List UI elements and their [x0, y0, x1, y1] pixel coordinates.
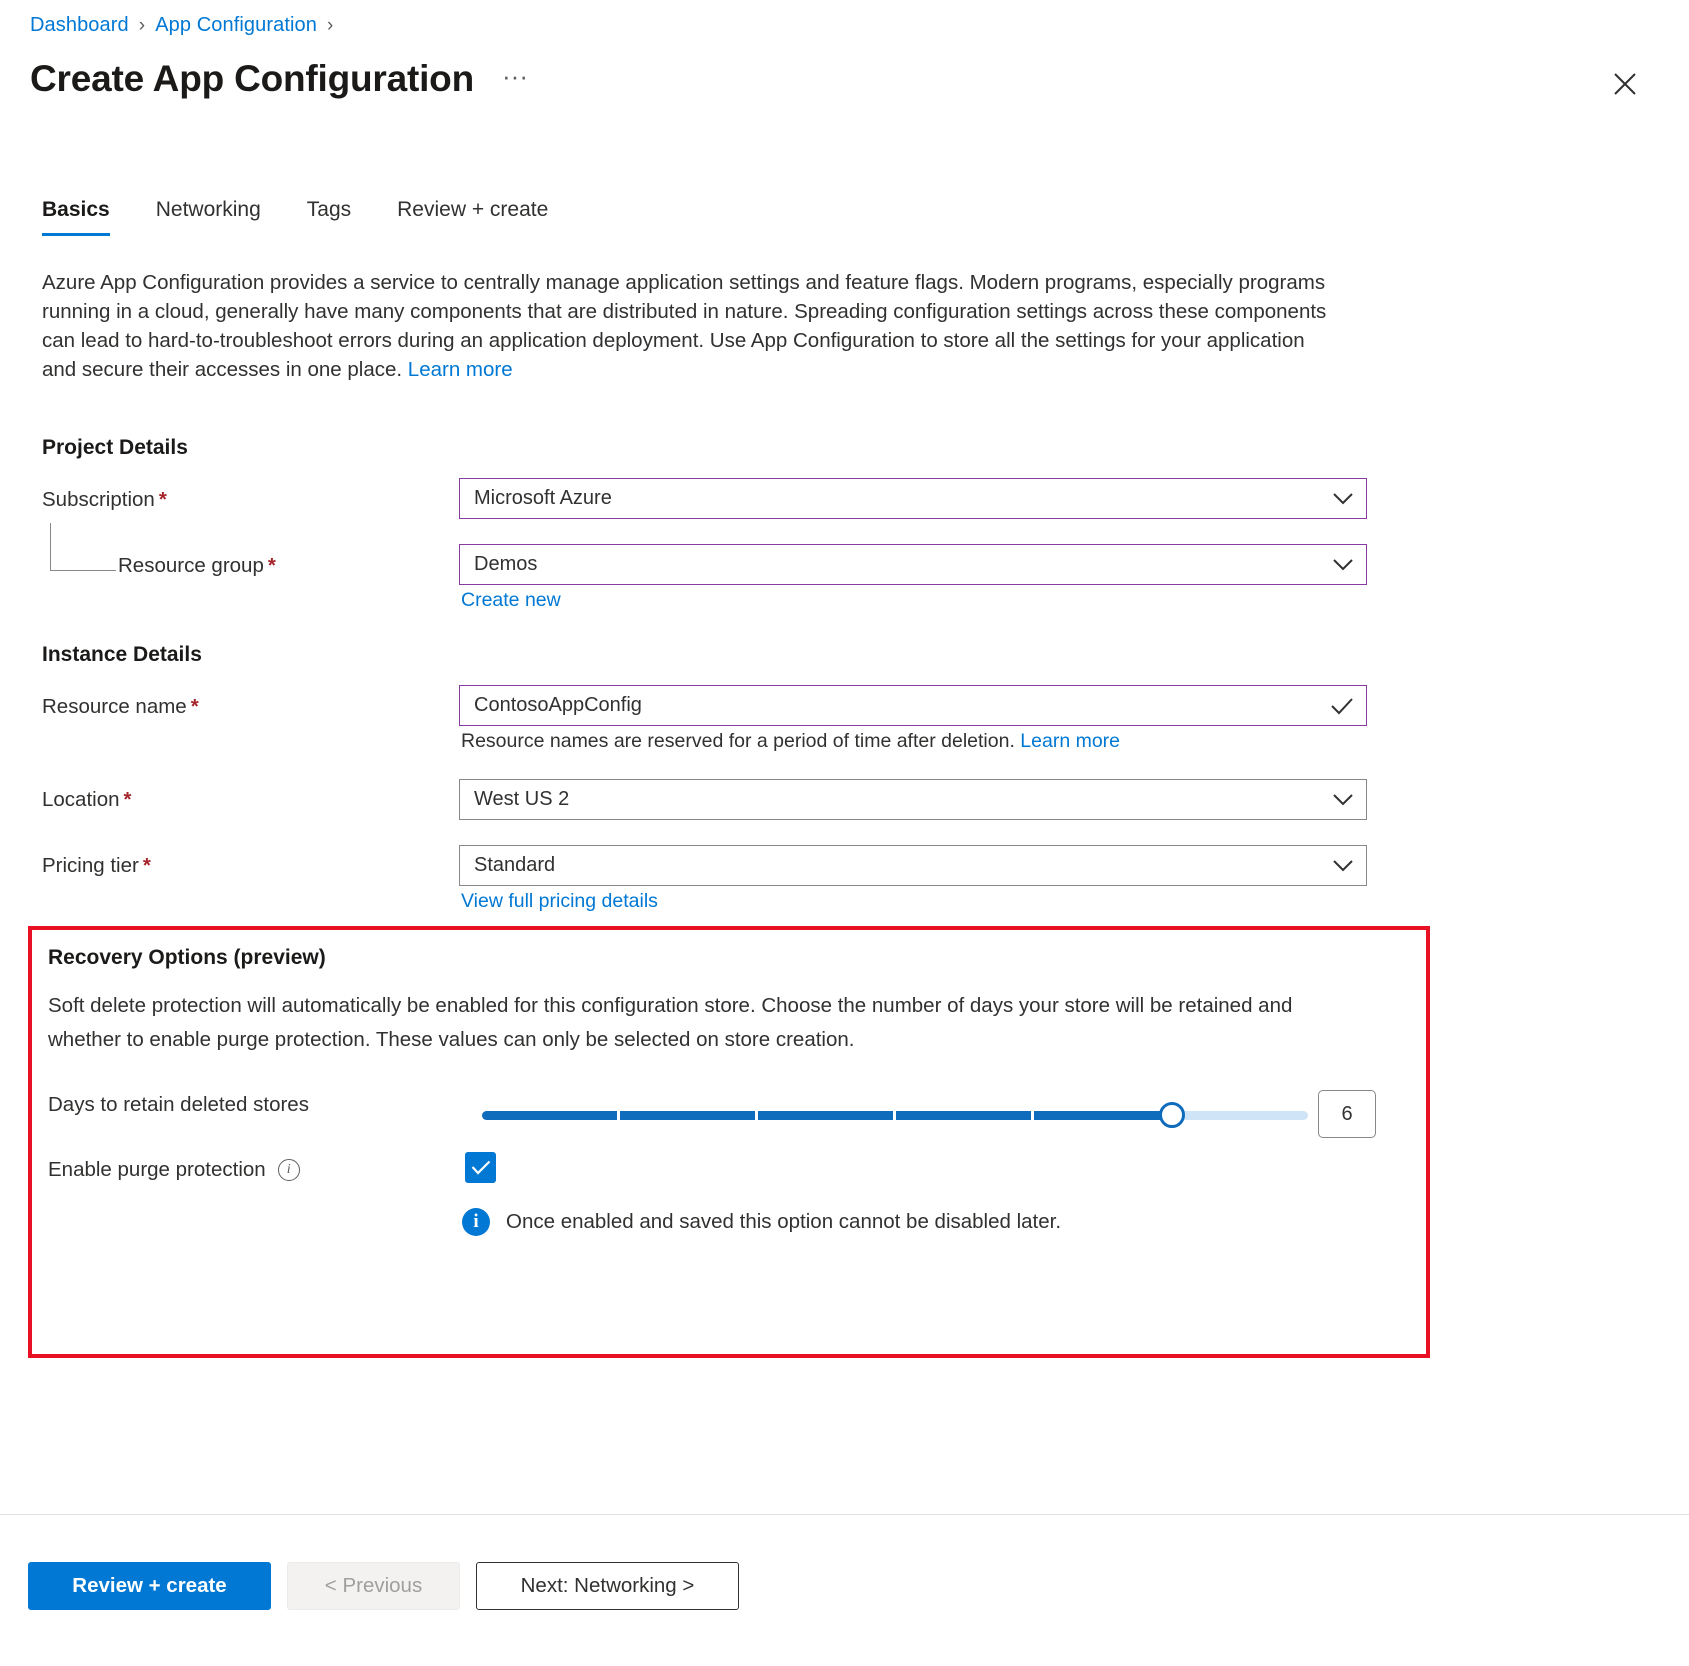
enable-purge-protection-label-text: Enable purge protection: [48, 1158, 266, 1182]
pricing-tier-value: Standard: [474, 854, 555, 877]
slider-tick: [617, 1111, 620, 1120]
resource-group-dropdown[interactable]: Demos: [459, 544, 1367, 585]
days-to-retain-value[interactable]: 6: [1318, 1090, 1376, 1138]
instance-details-heading: Instance Details: [42, 643, 202, 667]
location-label-text: Location: [42, 788, 120, 811]
days-to-retain-slider[interactable]: [482, 1098, 1308, 1132]
pricing-tier-label-text: Pricing tier: [42, 854, 139, 877]
purge-protection-note: i Once enabled and saved this option can…: [462, 1208, 1061, 1236]
recovery-options-heading: Recovery Options (preview): [48, 946, 326, 970]
intro-text: Azure App Configuration provides a servi…: [42, 271, 1326, 381]
breadcrumb-separator-icon-2: ›: [327, 15, 333, 37]
resource-name-input[interactable]: ContosoAppConfig: [459, 685, 1367, 726]
resource-group-nesting-connector: [50, 523, 116, 571]
resource-name-required-marker: *: [191, 695, 199, 718]
slider-tick: [755, 1111, 758, 1120]
close-button[interactable]: [1605, 64, 1645, 104]
info-filled-icon: i: [462, 1208, 490, 1236]
resource-name-label-text: Resource name: [42, 695, 187, 718]
recovery-options-description: Soft delete protection will automaticall…: [48, 989, 1348, 1057]
resource-group-label-text: Resource group: [118, 554, 264, 577]
chevron-down-icon: [1332, 558, 1354, 572]
pricing-tier-label: Pricing tier*: [42, 854, 151, 878]
pricing-tier-dropdown[interactable]: Standard: [459, 845, 1367, 886]
page-title: Create App Configuration: [30, 58, 474, 100]
purge-protection-note-text: Once enabled and saved this option canno…: [506, 1210, 1061, 1234]
breadcrumb-separator-icon: ›: [139, 15, 145, 37]
location-dropdown[interactable]: West US 2: [459, 779, 1367, 820]
resource-group-required-marker: *: [268, 554, 276, 577]
view-pricing-details-link[interactable]: View full pricing details: [461, 890, 658, 913]
create-app-configuration-blade: Dashboard › App Configuration › Create A…: [0, 0, 1689, 1666]
close-icon: [1612, 71, 1638, 97]
tab-list: Basics Networking Tags Review + create: [42, 198, 572, 236]
tab-basics[interactable]: Basics: [42, 198, 134, 236]
subscription-value: Microsoft Azure: [474, 487, 612, 510]
location-required-marker: *: [124, 788, 132, 811]
footer-divider: [0, 1514, 1689, 1515]
location-label: Location*: [42, 788, 132, 812]
enable-purge-protection-checkbox[interactable]: [465, 1152, 496, 1183]
slider-tick: [893, 1111, 896, 1120]
slider-track-fill: [482, 1111, 1172, 1120]
more-options-button[interactable]: ···: [496, 65, 534, 87]
footer-actions: Review + create < Previous Next: Network…: [28, 1562, 739, 1610]
resource-name-label: Resource name*: [42, 695, 199, 719]
breadcrumb-item-app-configuration[interactable]: App Configuration: [155, 14, 317, 37]
recovery-options-section: Recovery Options (preview) Soft delete p…: [28, 926, 1430, 1358]
previous-button: < Previous: [287, 1562, 460, 1610]
tab-networking[interactable]: Networking: [156, 198, 285, 236]
resource-name-hint: Resource names are reserved for a period…: [461, 730, 1120, 753]
breadcrumb: Dashboard › App Configuration ›: [30, 14, 333, 37]
resource-name-hint-text: Resource names are reserved for a period…: [461, 730, 1020, 752]
resource-group-label: Resource group*: [118, 554, 276, 578]
pricing-tier-required-marker: *: [143, 854, 151, 877]
days-to-retain-label-text: Days to retain deleted stores: [48, 1093, 309, 1117]
breadcrumb-item-dashboard[interactable]: Dashboard: [30, 14, 129, 37]
resource-group-value: Demos: [474, 553, 537, 576]
resource-name-value: ContosoAppConfig: [474, 694, 642, 717]
chevron-down-icon: [1332, 859, 1354, 873]
subscription-dropdown[interactable]: Microsoft Azure: [459, 478, 1367, 519]
subscription-label-text: Subscription: [42, 488, 155, 511]
tab-review-create[interactable]: Review + create: [397, 198, 572, 236]
checkmark-icon: [471, 1160, 491, 1175]
intro-learn-more-link[interactable]: Learn more: [408, 358, 513, 381]
chevron-down-icon: [1332, 492, 1354, 506]
info-outline-icon[interactable]: i: [278, 1159, 300, 1181]
review-create-button[interactable]: Review + create: [28, 1562, 271, 1610]
subscription-label: Subscription*: [42, 488, 167, 512]
chevron-down-icon: [1332, 793, 1354, 807]
checkmark-icon: [1330, 697, 1354, 715]
create-new-resource-group-link[interactable]: Create new: [461, 589, 561, 612]
subscription-required-marker: *: [159, 488, 167, 511]
days-to-retain-label: Days to retain deleted stores: [48, 1093, 309, 1117]
slider-thumb[interactable]: [1159, 1102, 1185, 1128]
title-row: Create App Configuration ···: [30, 58, 534, 100]
resource-name-learn-more-link[interactable]: Learn more: [1020, 730, 1120, 752]
project-details-heading: Project Details: [42, 436, 188, 460]
slider-tick: [1031, 1111, 1034, 1120]
location-value: West US 2: [474, 788, 569, 811]
intro-description: Azure App Configuration provides a servi…: [42, 268, 1332, 384]
next-networking-button[interactable]: Next: Networking >: [476, 1562, 739, 1610]
tab-tags[interactable]: Tags: [307, 198, 375, 236]
enable-purge-protection-label: Enable purge protection i: [48, 1158, 300, 1182]
